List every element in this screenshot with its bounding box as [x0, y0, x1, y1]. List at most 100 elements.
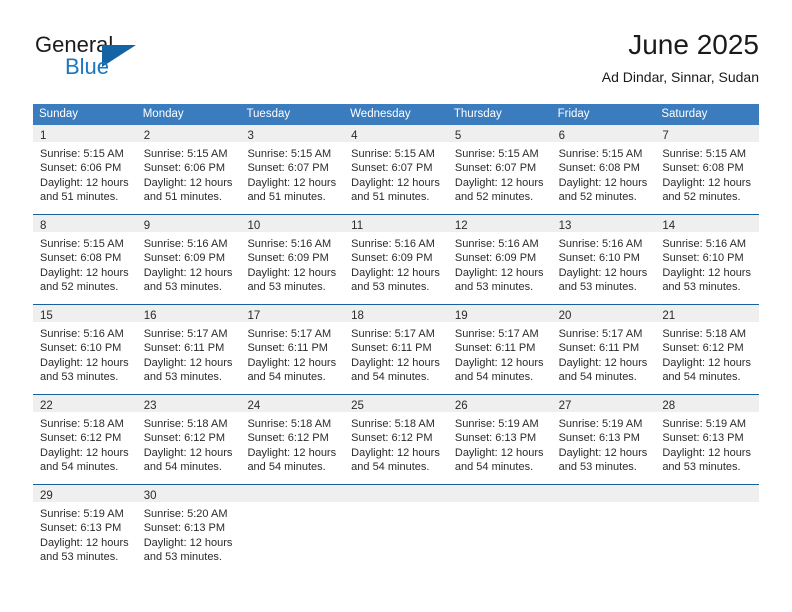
day-detail-line: Daylight: 12 hours — [247, 356, 337, 369]
calendar-week-cells: 1 Sunrise: 5:15 AM Sunset: 6:06 PM Daylight… — [33, 125, 760, 214]
day-number-band: 21 — [655, 305, 760, 322]
day-detail-line: and 54 minutes. — [247, 371, 326, 384]
calendar-day-cell[interactable]: 16 Sunrise: 5:17 AM Sunset: 6:11 PM Dayligh… — [136, 305, 241, 394]
day-number: 14 — [662, 220, 676, 232]
day-detail-line: and 52 minutes. — [454, 191, 534, 204]
calendar-day-cell[interactable]: 12 Sunrise: 5:16 AM Sunset: 6:09 PM Dayligh… — [447, 215, 552, 304]
day-detail-line: Daylight: 12 hours — [662, 356, 751, 369]
calendar-day-cell[interactable]: 23 Sunrise: 5:18 AM Sunset: 6:12 PM Dayligh… — [136, 395, 241, 484]
day-detail-line: Daylight: 12 hours — [40, 176, 129, 189]
calendar-day-cell[interactable]: 26 Sunrise: 5:19 AM Sunset: 6:13 PM Dayligh… — [447, 395, 552, 484]
day-detail-line: Sunrise: 5:18 AM — [143, 418, 228, 430]
calendar-day-cell[interactable]: 6 Sunrise: 5:15 AM Sunset: 6:08 PM Daylight… — [551, 125, 656, 214]
calendar-day-cell[interactable]: 27 Sunrise: 5:19 AM Sunset: 6:13 PM Dayligh… — [551, 395, 656, 484]
day-detail-line: Daylight: 12 hours — [40, 356, 129, 369]
day-number: 15 — [40, 310, 53, 322]
day-detail-line: and 54 minutes. — [558, 371, 637, 384]
day-detail-line: Sunrise: 5:15 AM — [40, 238, 124, 250]
day-number: 10 — [247, 220, 261, 232]
calendar-day-cell[interactable]: 17 Sunrise: 5:17 AM Sunset: 6:11 PM Dayligh… — [240, 305, 345, 394]
day-detail-line: Daylight: 12 hours — [143, 536, 233, 549]
calendar-page: General Blue June 2025 Ad Dindar, Sinnar… — [0, 0, 792, 612]
calendar-day-cell[interactable]: 19 Sunrise: 5:17 AM Sunset: 6:11 PM Dayligh… — [447, 305, 552, 394]
day-detail-line: Daylight: 12 hours — [662, 176, 751, 189]
day-number-band — [447, 485, 552, 502]
day-details: Sunrise: 5:16 AM Sunset: 6:10 PM Daylight:… — [33, 322, 137, 385]
calendar-day-cell[interactable]: 15 Sunrise: 5:16 AM Sunset: 6:10 PM Dayligh… — [33, 305, 137, 394]
day-number-band: 22 — [33, 395, 137, 412]
day-details: Sunrise: 5:16 AM Sunset: 6:09 PM Daylight:… — [344, 232, 448, 295]
day-detail-line: Sunrise: 5:15 AM — [143, 148, 228, 160]
general-blue-logo[interactable]: General Blue — [33, 32, 243, 88]
day-detail-line: and 54 minutes. — [454, 461, 534, 474]
day-number-band: 10 — [240, 215, 345, 232]
day-number: 11 — [351, 220, 364, 232]
day-detail-line: Sunrise: 5:17 AM — [351, 328, 435, 340]
day-number: 24 — [247, 400, 261, 412]
day-detail-line: Sunset: 6:08 PM — [558, 162, 640, 175]
calendar-day-cell[interactable]: 18 Sunrise: 5:17 AM Sunset: 6:11 PM Dayligh… — [344, 305, 448, 394]
day-detail-line: Daylight: 12 hours — [351, 356, 440, 369]
day-details: Sunrise: 5:15 AM Sunset: 6:06 PM Daylight:… — [33, 142, 137, 205]
calendar-day-cell[interactable]: 2 Sunrise: 5:15 AM Sunset: 6:06 PM Daylight… — [136, 125, 241, 214]
calendar-day-cell[interactable]: 11 Sunrise: 5:16 AM Sunset: 6:09 PM Dayligh… — [344, 215, 448, 304]
calendar-day-cell[interactable]: 13 Sunrise: 5:16 AM Sunset: 6:10 PM Dayligh… — [551, 215, 656, 304]
day-detail-line: Sunrise: 5:16 AM — [143, 238, 228, 250]
calendar-week-cells: 29 Sunrise: 5:19 AM Sunset: 6:13 PM Dayligh… — [33, 485, 760, 574]
day-detail-line: Daylight: 12 hours — [247, 266, 337, 279]
calendar-empty-cell — [551, 485, 656, 574]
day-details: Sunrise: 5:16 AM Sunset: 6:10 PM Daylight:… — [655, 232, 759, 295]
day-detail-line: Sunrise: 5:18 AM — [351, 418, 435, 430]
day-detail-line: and 54 minutes. — [351, 371, 430, 384]
day-detail-line: and 52 minutes. — [558, 191, 637, 204]
day-details: Sunrise: 5:16 AM Sunset: 6:09 PM Daylight:… — [448, 232, 552, 295]
calendar-day-cell[interactable]: 4 Sunrise: 5:15 AM Sunset: 6:07 PM Daylight… — [344, 125, 448, 214]
day-detail-line: Sunset: 6:12 PM — [351, 432, 433, 445]
day-detail-line: and 53 minutes. — [662, 461, 741, 474]
day-number: 12 — [454, 220, 468, 232]
day-number: 4 — [351, 130, 358, 142]
calendar-grid: Sunday Monday Tuesday Wednesday Thursday… — [33, 104, 760, 574]
day-detail-line: and 53 minutes. — [143, 371, 222, 384]
calendar-empty-cell — [344, 485, 448, 574]
calendar-day-cell[interactable]: 14 Sunrise: 5:16 AM Sunset: 6:10 PM Dayligh… — [655, 215, 760, 304]
day-detail-line: and 54 minutes. — [351, 461, 430, 474]
calendar-day-cell[interactable]: 3 Sunrise: 5:15 AM Sunset: 6:07 PM Daylight… — [240, 125, 345, 214]
day-number: 20 — [558, 310, 572, 322]
day-detail-line: Sunrise: 5:16 AM — [40, 328, 124, 340]
calendar-day-cell[interactable]: 25 Sunrise: 5:18 AM Sunset: 6:12 PM Dayligh… — [344, 395, 448, 484]
day-detail-line: Daylight: 12 hours — [40, 266, 129, 279]
calendar-day-cell[interactable]: 8 Sunrise: 5:15 AM Sunset: 6:08 PM Daylight… — [33, 215, 137, 304]
calendar-day-cell[interactable]: 22 Sunrise: 5:18 AM Sunset: 6:12 PM Dayligh… — [33, 395, 137, 484]
calendar-day-cell[interactable]: 5 Sunrise: 5:15 AM Sunset: 6:07 PM Daylight… — [447, 125, 552, 214]
calendar-day-cell[interactable]: 10 Sunrise: 5:16 AM Sunset: 6:09 PM Dayligh… — [240, 215, 345, 304]
day-number-band: 14 — [655, 215, 760, 232]
day-detail-line: Daylight: 12 hours — [247, 446, 337, 459]
day-detail-line: and 53 minutes. — [558, 281, 637, 294]
day-detail-line: Sunrise: 5:16 AM — [351, 238, 435, 250]
calendar-day-cell[interactable]: 21 Sunrise: 5:18 AM Sunset: 6:12 PM Dayligh… — [655, 305, 760, 394]
day-detail-line: Sunrise: 5:19 AM — [454, 418, 539, 430]
calendar-day-cell[interactable]: 20 Sunrise: 5:17 AM Sunset: 6:11 PM Dayligh… — [551, 305, 656, 394]
calendar-day-cell[interactable]: 9 Sunrise: 5:16 AM Sunset: 6:09 PM Daylight… — [136, 215, 241, 304]
day-number-band: 27 — [551, 395, 656, 412]
calendar-day-cell[interactable]: 7 Sunrise: 5:15 AM Sunset: 6:08 PM Daylight… — [655, 125, 760, 214]
calendar-day-cell[interactable]: 24 Sunrise: 5:18 AM Sunset: 6:12 PM Dayligh… — [240, 395, 345, 484]
day-detail-line: Daylight: 12 hours — [662, 446, 751, 459]
calendar-day-cell[interactable]: 30 Sunrise: 5:20 AM Sunset: 6:13 PM Dayligh… — [136, 485, 241, 574]
day-number-band: 3 — [240, 125, 345, 142]
day-details — [344, 502, 448, 507]
calendar-day-cell[interactable]: 28 Sunrise: 5:19 AM Sunset: 6:13 PM Dayligh… — [655, 395, 760, 484]
day-detail-line: Sunset: 6:09 PM — [351, 252, 433, 265]
day-number: 9 — [143, 220, 151, 232]
calendar-day-cell[interactable]: 29 Sunrise: 5:19 AM Sunset: 6:13 PM Dayligh… — [33, 485, 137, 574]
day-detail-line: Sunset: 6:12 PM — [247, 432, 329, 445]
day-detail-line: Sunset: 6:06 PM — [40, 162, 122, 175]
day-detail-line: Sunset: 6:10 PM — [40, 342, 122, 355]
day-detail-line: Daylight: 12 hours — [143, 176, 233, 189]
day-number-band — [344, 485, 448, 502]
day-number: 27 — [558, 400, 572, 412]
day-number: 13 — [558, 220, 572, 232]
day-detail-line: Sunset: 6:11 PM — [143, 342, 225, 355]
calendar-day-cell[interactable]: 1 Sunrise: 5:15 AM Sunset: 6:06 PM Daylight… — [33, 125, 137, 214]
